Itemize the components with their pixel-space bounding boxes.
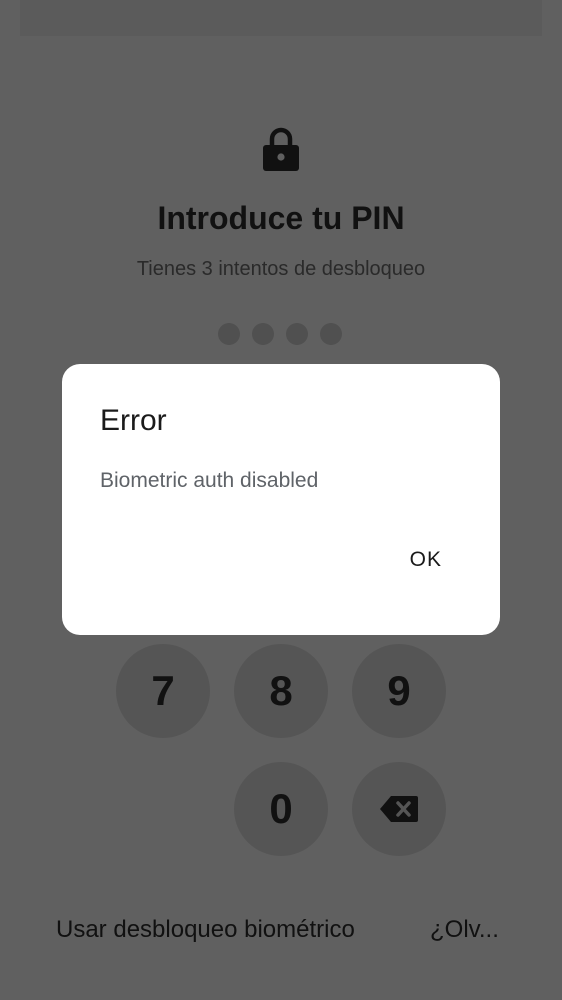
biometric-unlock-link[interactable]: Usar desbloqueo biométrico bbox=[56, 916, 355, 944]
keypad-key-9[interactable]: 9 bbox=[352, 644, 446, 738]
delete-key[interactable] bbox=[352, 762, 446, 856]
pin-dot bbox=[252, 323, 274, 345]
error-dialog: Error Biometric auth disabled OK bbox=[62, 364, 500, 635]
keypad-key-7[interactable]: 7 bbox=[116, 644, 210, 738]
pin-dot bbox=[218, 323, 240, 345]
dialog-title: Error bbox=[100, 404, 167, 437]
pin-dots bbox=[218, 323, 342, 345]
keypad-key-label: 0 bbox=[269, 785, 293, 832]
dialog-message: Biometric auth disabled bbox=[100, 469, 319, 492]
keypad-key-label: 8 bbox=[269, 667, 293, 714]
status-bar bbox=[20, 0, 542, 36]
forgot-pin-link[interactable]: ¿Olv... bbox=[430, 916, 499, 944]
pin-dot bbox=[320, 323, 342, 345]
attempts-subtitle: Tienes 3 intentos de desbloqueo bbox=[136, 258, 426, 280]
pin-dot bbox=[286, 323, 308, 345]
keypad-key-label: 7 bbox=[151, 667, 175, 714]
ok-button[interactable]: OK bbox=[402, 544, 450, 576]
page-title: Introduce tu PIN bbox=[157, 200, 405, 236]
backspace-icon bbox=[380, 796, 418, 822]
keypad-key-0[interactable]: 0 bbox=[234, 762, 328, 856]
keypad-key-label: 9 bbox=[387, 667, 411, 714]
lock-icon bbox=[263, 127, 299, 171]
keypad-key-8[interactable]: 8 bbox=[234, 644, 328, 738]
